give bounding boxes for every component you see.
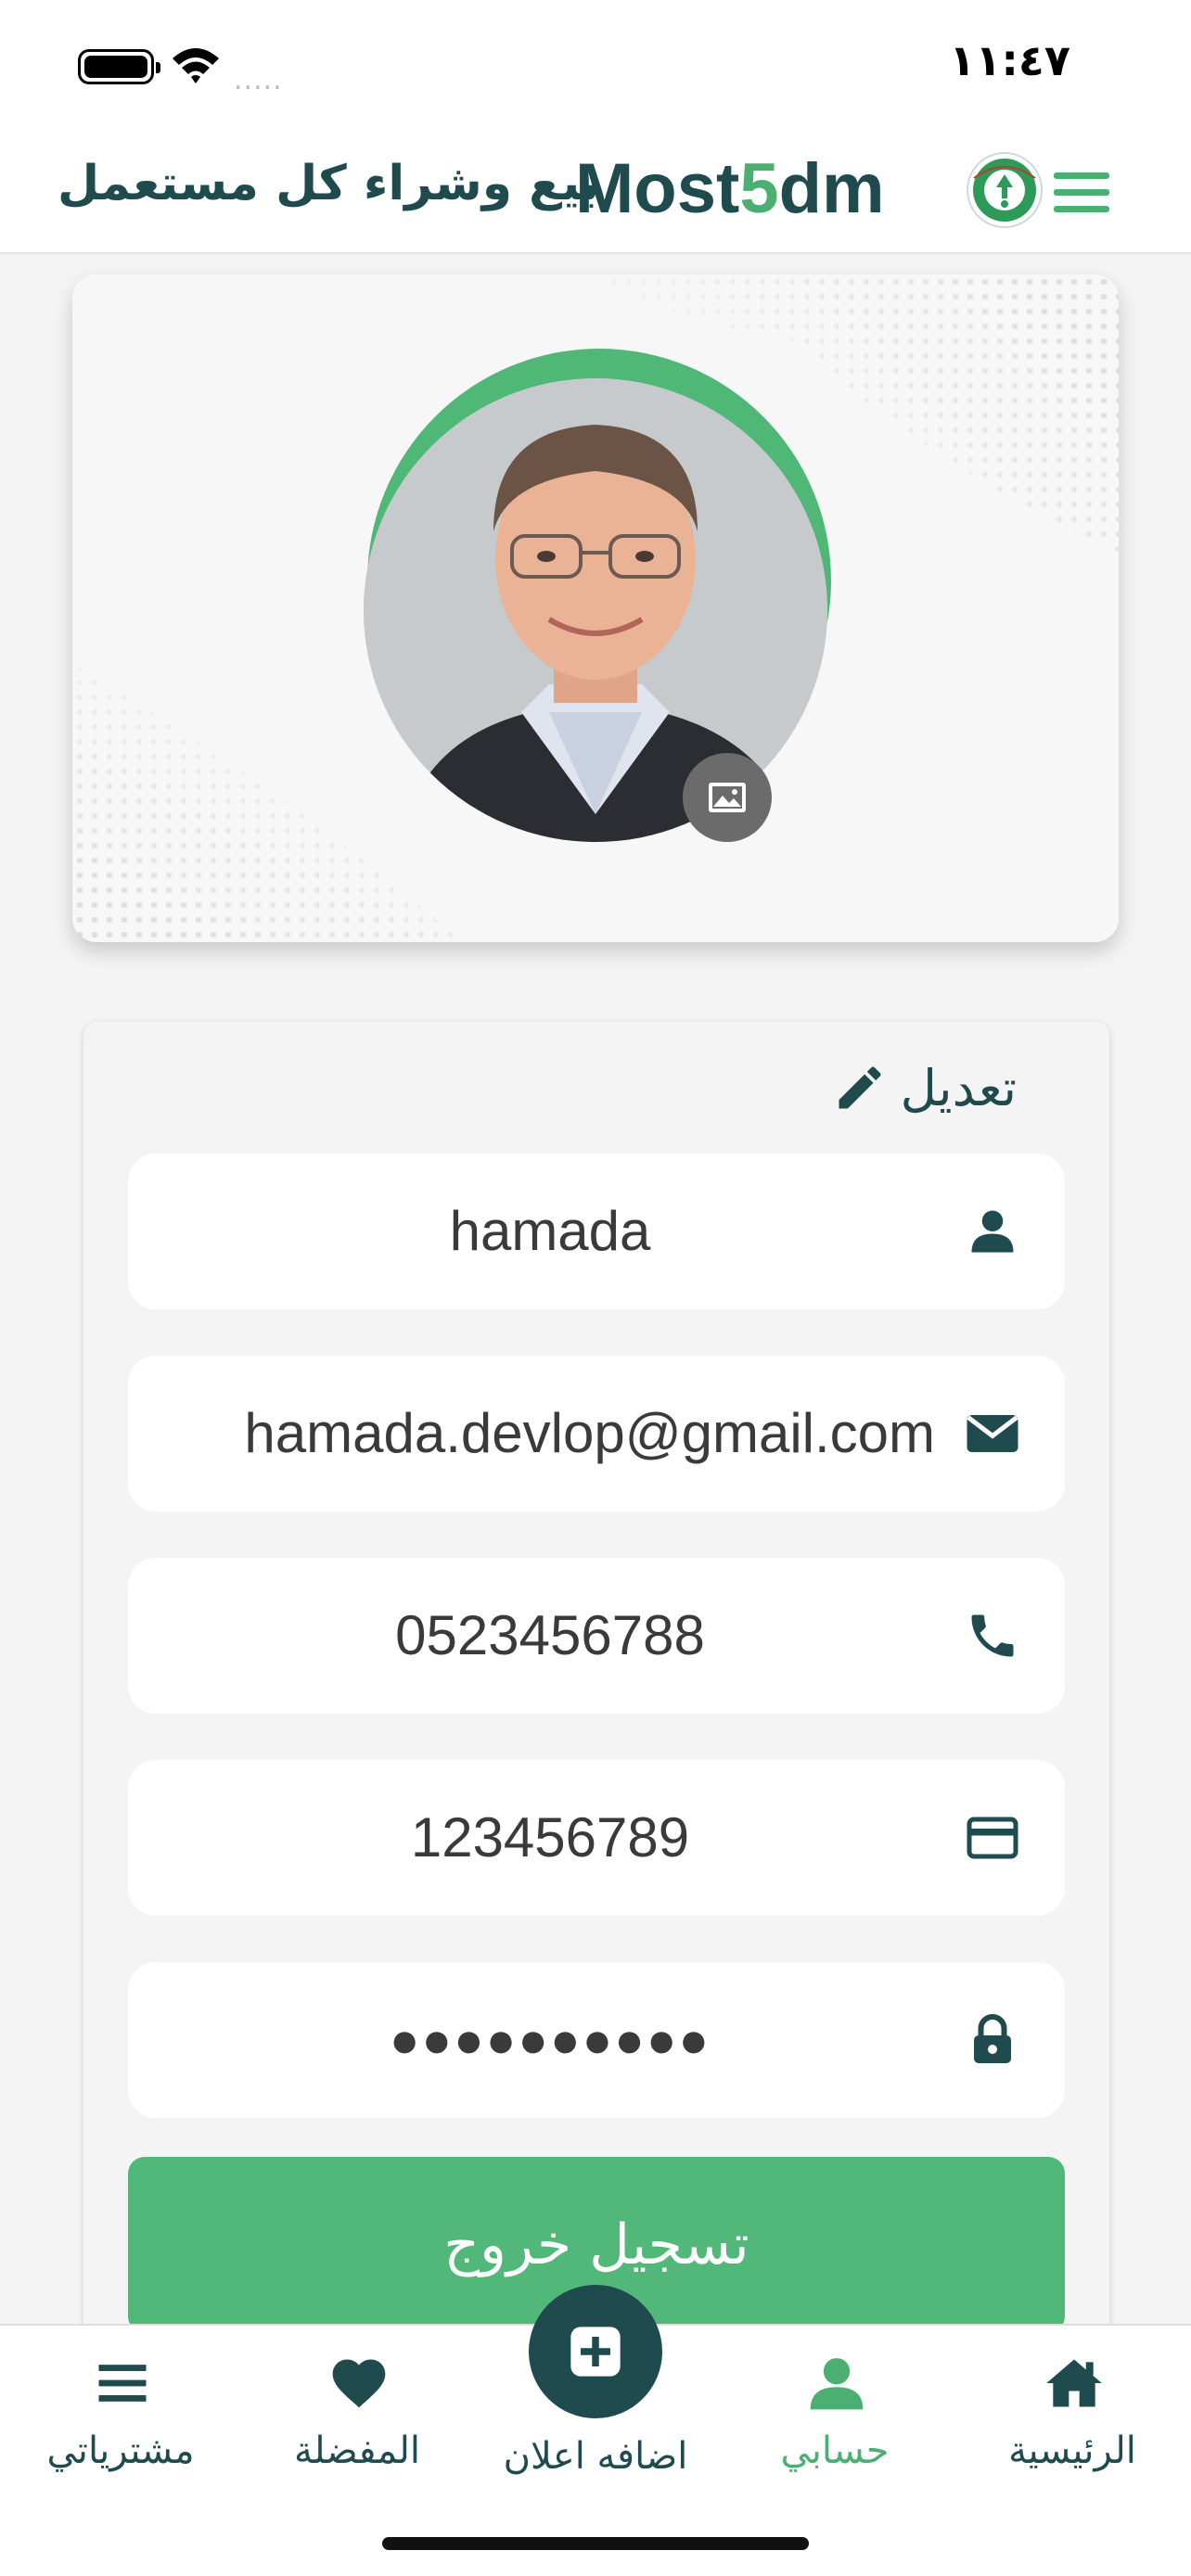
nav-item-account[interactable]: حسابي [724,2326,946,2511]
pencil-icon [839,1066,881,1109]
email-field[interactable]: hamada.devlop@gmail.com [128,1356,1065,1511]
signal-dots: ..... [234,64,283,96]
phone-icon [971,1614,1014,1657]
home-indicator [382,2537,809,2550]
status-bar: ..... ١١:٤٧ [0,0,1191,130]
brand-name: Most5dm [575,148,885,229]
status-time: ١١:٤٧ [949,35,1070,85]
brand-suffix: dm [778,149,885,228]
add-ad-button[interactable] [529,2285,662,2418]
profile-card [72,274,1119,942]
password-field[interactable]: ●●●●●●●●●● [128,1962,1065,2118]
nav-item-favorites[interactable]: المفضلة [246,2326,468,2511]
email-value: hamada.devlop@gmail.com [244,1402,935,1464]
nav-item-purchases[interactable]: مشترياتي [9,2326,232,2511]
nav-label-add-ad: اضافه اعلان [503,2435,688,2478]
username-value: hamada [449,1200,651,1262]
password-value: ●●●●●●●●●● [389,2012,711,2068]
battery-icon [78,49,160,84]
card-number-field[interactable]: 123456789 [128,1760,1065,1916]
home-icon [1046,2359,1102,2407]
hamburger-menu-icon [1054,172,1109,179]
heart-icon [332,2359,386,2408]
account-form-card: تعديل hamada hamada.devlop@gmail.com 052… [83,1022,1109,2506]
nav-label-account: حسابي [780,2429,890,2472]
menu-icon [98,2365,147,2402]
nav-label-purchases: مشترياتي [46,2429,195,2472]
wifi-icon [173,48,219,83]
phone-field[interactable]: 0523456788 [128,1558,1065,1714]
hamburger-menu-button[interactable] [1048,167,1115,219]
credit-card-icon [967,1817,1018,1859]
recycle-logo [967,152,1043,228]
username-field[interactable]: hamada [128,1154,1065,1309]
card-number-value: 123456789 [410,1806,690,1868]
edit-label: تعديل [900,1058,1017,1117]
plus-square-icon [570,2327,621,2377]
nav-label-favorites: المفضلة [293,2429,421,2472]
phone-value: 0523456788 [395,1604,705,1666]
brand-prefix: Most [575,149,740,228]
app-header: بيع وشراء كل مستعمل Most5dm [0,130,1191,254]
nav-item-home[interactable]: الرئيسية [961,2326,1184,2511]
change-photo-button[interactable] [683,753,772,842]
lock-icon [974,2014,1011,2063]
header-tagline: بيع وشراء كل مستعمل [58,156,600,211]
brand-digit: 5 [739,149,779,228]
user-icon [971,1210,1014,1253]
user-icon [810,2358,864,2410]
nav-label-home: الرئيسية [1008,2429,1136,2472]
edit-button[interactable]: تعديل [832,1055,1017,1120]
image-icon [709,783,746,812]
envelope-icon [967,1415,1018,1452]
